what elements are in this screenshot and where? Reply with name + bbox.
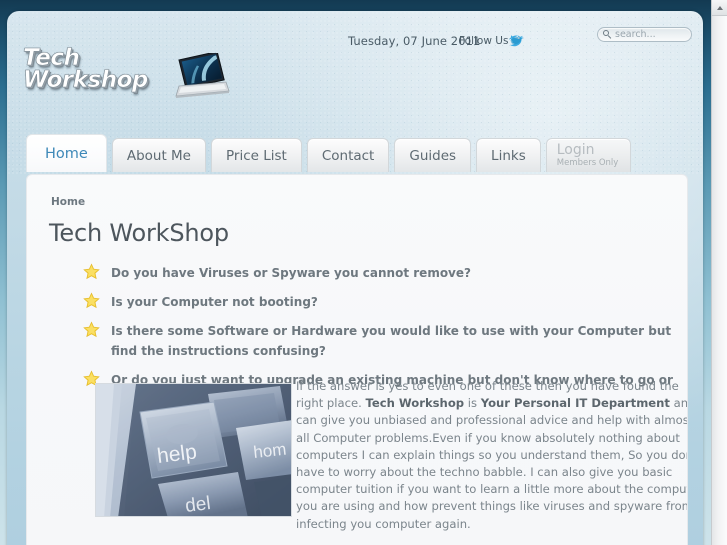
tab-links[interactable]: Links xyxy=(476,138,541,172)
scroll-up-arrow-icon[interactable] xyxy=(712,0,727,16)
laptop-image xyxy=(171,50,231,107)
paragraph-1: If the answer is yes to even one of thes… xyxy=(296,378,688,533)
tab-label: Links xyxy=(491,147,526,164)
tab-contact[interactable]: Contact xyxy=(306,138,390,172)
browser-viewport: Tuesday, 07 June 2011 Follow Us search..… xyxy=(0,0,727,545)
tab-guides[interactable]: Guides xyxy=(394,138,472,172)
paragraph-1-part-2: is xyxy=(464,396,481,411)
list-item: Is there some Software or Hardware you w… xyxy=(83,321,683,361)
tab-login[interactable]: Login Members Only xyxy=(545,138,632,172)
vertical-scrollbar[interactable] xyxy=(711,0,727,545)
tab-label: About Me xyxy=(126,147,191,164)
content-card: Home Tech WorkShop Do you have Viruses o… xyxy=(26,174,688,545)
login-label: Login xyxy=(556,142,595,158)
star-icon xyxy=(83,292,100,309)
tab-label: Price List xyxy=(226,147,287,164)
tab-label: Home xyxy=(45,145,88,162)
twitter-bird-icon[interactable] xyxy=(505,28,527,50)
tab-label: Guides xyxy=(409,147,457,164)
follow-us-label: Follow Us xyxy=(459,35,509,47)
article-text: If the answer is yes to even one of thes… xyxy=(296,378,688,545)
page-title: Tech WorkShop xyxy=(49,219,229,247)
site-logo[interactable]: Tech Workshop xyxy=(23,45,230,107)
list-item: Do you have Viruses or Spyware you canno… xyxy=(83,263,683,283)
tab-about-me[interactable]: About Me xyxy=(111,138,206,172)
search-input[interactable] xyxy=(615,29,685,40)
bullet-text: Do you have Viruses or Spyware you canno… xyxy=(111,266,471,280)
paragraph-1-bold-1: Tech Workshop xyxy=(365,396,465,411)
bullet-text: Is there some Software or Hardware you w… xyxy=(111,324,672,358)
logo-text: Tech Workshop xyxy=(23,46,149,93)
tab-price-list[interactable]: Price List xyxy=(211,138,302,172)
site-container: Tuesday, 07 June 2011 Follow Us search..… xyxy=(7,11,703,545)
main-navigation: Home About Me Price List Contact Guides … xyxy=(26,134,632,172)
search-box[interactable] xyxy=(597,27,692,42)
paragraph-1-bold-2: Your Personal IT Department xyxy=(480,396,670,411)
bullet-text: Is your Computer not booting? xyxy=(111,295,318,309)
logo-line-2: Workshop xyxy=(23,67,149,93)
list-item: Is your Computer not booting? xyxy=(83,292,683,312)
login-sublabel: Members Only xyxy=(556,158,619,168)
keyboard-help-key-photo: hom help del xyxy=(95,383,292,517)
search-icon xyxy=(603,30,612,39)
paragraph-1-part-3: and can give you unbiased and profession… xyxy=(296,396,688,531)
tab-home[interactable]: Home xyxy=(26,134,107,172)
tab-label: Contact xyxy=(321,147,375,164)
star-icon xyxy=(83,263,100,280)
star-icon xyxy=(83,321,100,338)
breadcrumb[interactable]: Home xyxy=(51,196,85,208)
